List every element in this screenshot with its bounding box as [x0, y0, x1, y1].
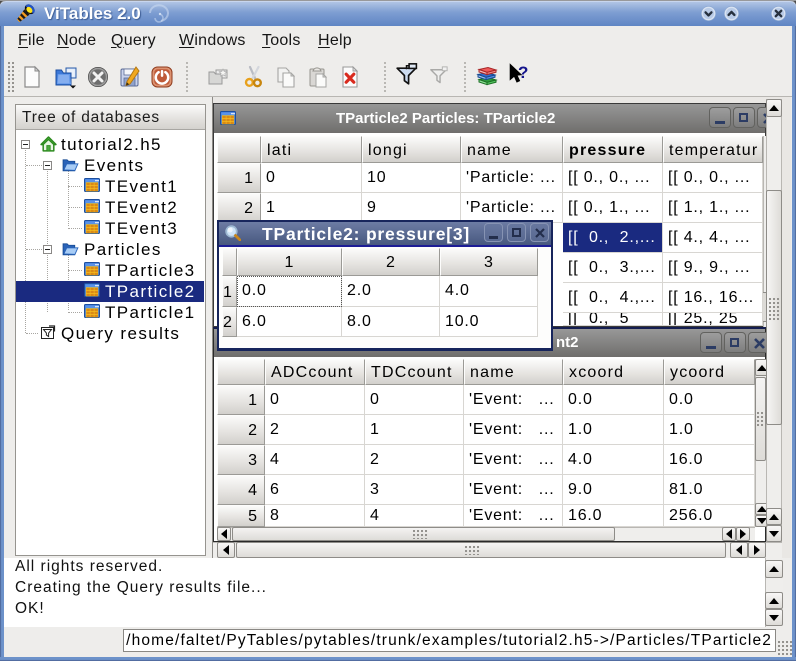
svg-text:?: ?: [518, 63, 528, 82]
